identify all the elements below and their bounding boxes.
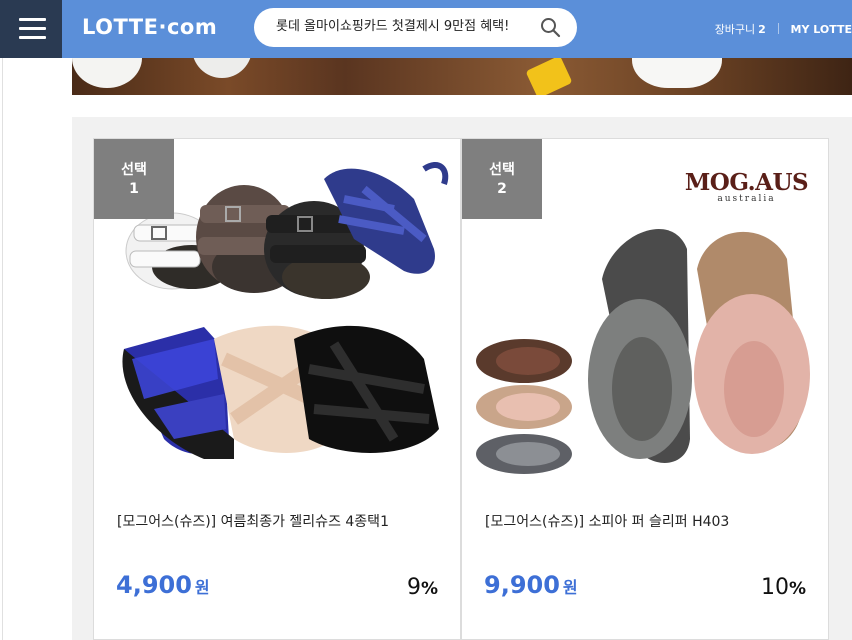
discount-rate: 10% (760, 575, 806, 600)
discount-rate: 9% (406, 575, 438, 600)
left-border (2, 58, 3, 640)
mogaus-brand-logo: MOG.AUS australia (684, 169, 809, 204)
product-title[interactable]: [모그어스(슈즈)] 여름최종가 젤리슈즈 4종택1 (117, 511, 389, 531)
search-box[interactable] (254, 8, 577, 47)
product-price: 9,900 원 (484, 571, 578, 599)
cart-count: 2 (758, 23, 766, 36)
product-card-1[interactable]: 선택 1 [모그어스(슈즈)] 여름최종가 젤리슈즈 4종택1 4,900 원 9… (93, 138, 461, 640)
top-header: LOTTE·com 장바구니2 MY LOTTE (0, 0, 852, 58)
search-icon[interactable] (540, 17, 561, 38)
search-input[interactable] (276, 17, 526, 32)
lotte-logo[interactable]: LOTTE·com (82, 15, 217, 39)
hamburger-icon (19, 18, 46, 21)
my-lotte-link[interactable]: MY LOTTE (791, 23, 852, 36)
product-title[interactable]: [모그어스(슈즈)] 소피아 퍼 슬리퍼 H403 (485, 511, 729, 531)
select-badge-2: 선택 2 (462, 139, 542, 219)
banner-image[interactable] (72, 58, 852, 95)
product-card-2[interactable]: 선택 2 MOG.AUS australia [모그어스(슈즈)] 소피아 퍼 … (461, 138, 829, 640)
cart-link[interactable]: 장바구니 2 (715, 23, 766, 36)
divider (777, 23, 779, 34)
select-badge-1: 선택 1 (94, 139, 174, 219)
product-price: 4,900 원 (116, 571, 210, 599)
header-links: 장바구니 2 MY LOTTE (715, 21, 852, 37)
menu-button[interactable] (0, 0, 62, 58)
